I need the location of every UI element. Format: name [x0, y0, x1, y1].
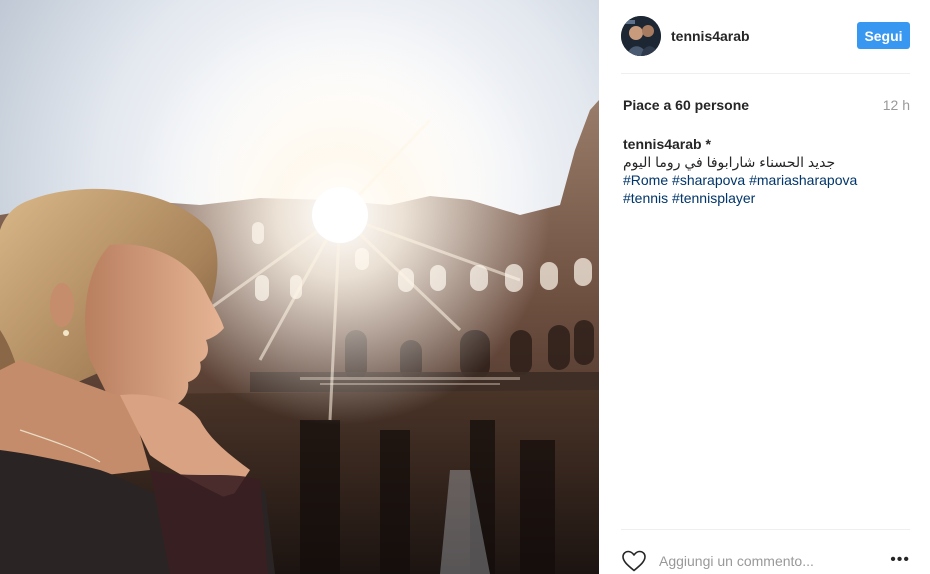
comment-input[interactable]	[657, 552, 871, 570]
post-side-panel: tennis4arab Segui Piace a 60 persone 12 …	[599, 0, 930, 574]
follow-button[interactable]: Segui	[857, 22, 910, 49]
caption-hashtags: #Rome #sharapova #mariasharapova #tennis…	[623, 171, 909, 207]
post-header: tennis4arab Segui	[621, 15, 910, 57]
header-username[interactable]: tennis4arab	[671, 28, 750, 44]
comment-divider	[621, 529, 910, 530]
header-divider	[621, 73, 910, 74]
hashtag-link[interactable]: #tennis	[623, 190, 668, 206]
more-options-icon[interactable]: •••	[890, 551, 910, 569]
likes-count[interactable]: Piace a 60 persone	[623, 97, 749, 113]
post-caption: tennis4arab * جديد الحسناء شارابوفا في ر…	[623, 135, 909, 207]
caption-text: جديد الحسناء شارابوفا في روما اليوم	[623, 154, 836, 170]
comment-bar: •••	[621, 548, 910, 574]
hashtag-link[interactable]: #mariasharapova	[749, 172, 857, 188]
instagram-post: tennis4arab Segui Piace a 60 persone 12 …	[0, 0, 930, 574]
post-timestamp[interactable]: 12 h	[883, 97, 910, 113]
avatar[interactable]	[621, 16, 661, 56]
heart-icon[interactable]	[621, 549, 647, 573]
hashtag-link[interactable]: #Rome	[623, 172, 668, 188]
post-photo	[0, 0, 599, 574]
hashtag-link[interactable]: #tennisplayer	[672, 190, 755, 206]
caption-username[interactable]: tennis4arab *	[623, 135, 909, 153]
hashtag-link[interactable]: #sharapova	[672, 172, 745, 188]
